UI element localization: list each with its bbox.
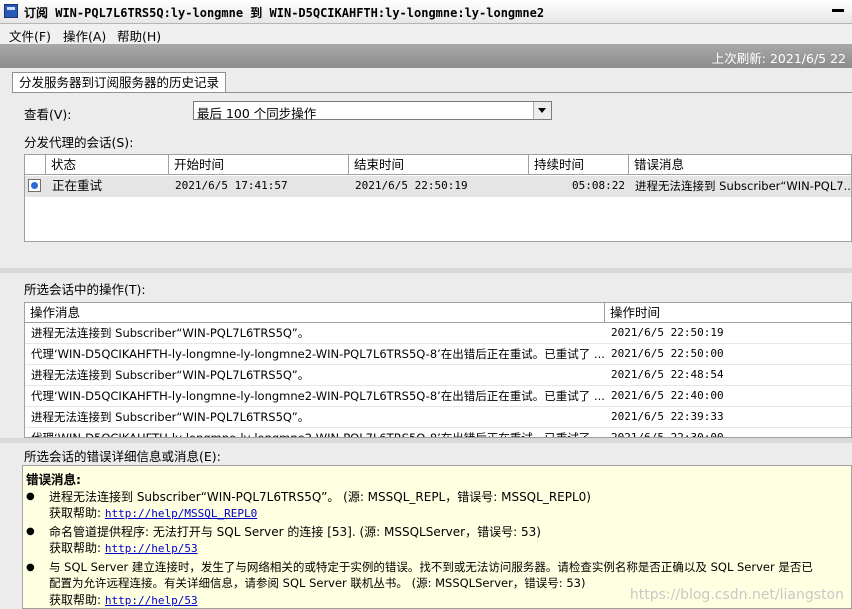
help-label: 获取帮助: [49, 506, 102, 520]
action-message[interactable]: 代理‘WIN-D5QCIKAHFTH-ly-longmne-ly-longmne… [25, 386, 605, 406]
actions-grid: 操作消息 操作时间 进程无法连接到 Subscriber“WIN-PQL7L6T… [24, 302, 852, 438]
header-status[interactable]: 状态 [46, 155, 169, 175]
session-start: 2021/6/5 17:41:57 [175, 179, 288, 192]
action-time[interactable]: 2021/6/5 22:50:19 [605, 323, 851, 343]
action-message[interactable]: 进程无法连接到 Subscriber“WIN-PQL7L6TRS5Q”。 [25, 323, 605, 343]
action-time[interactable]: 2021/6/5 22:30:00 [605, 428, 851, 437]
view-select[interactable]: 最后 100 个同步操作 [193, 101, 552, 121]
action-time[interactable]: 2021/6/5 22:50:00 [605, 344, 851, 364]
menu-help[interactable]: 帮助(H) [117, 26, 161, 45]
retrying-icon [28, 179, 41, 192]
table-row[interactable]: 正在重试 2021/6/5 17:41:57 2021/6/5 22:50:19… [25, 176, 852, 197]
tab-distributor-history[interactable]: 分发服务器到订阅服务器的历史记录 [12, 72, 227, 93]
actions-label: 所选会话中的操作(T): [24, 282, 146, 297]
header-start-time[interactable]: 开始时间 [169, 155, 349, 175]
view-label: 查看(V): [24, 107, 72, 122]
splitter-2[interactable] [0, 438, 852, 443]
details-label: 所选会话的错误详细信息或消息(E): [24, 449, 221, 464]
action-message[interactable]: 进程无法连接到 Subscriber“WIN-PQL7L6TRS5Q”。 [25, 365, 605, 385]
select-column-header [25, 155, 46, 175]
help-link[interactable]: http://help/MSSQL_REPL0 [105, 507, 257, 520]
minimize-button[interactable] [832, 9, 844, 12]
app-icon [4, 4, 18, 18]
refresh-strip: 上次刷新: 2021/6/5 22 [0, 44, 852, 68]
action-time[interactable]: 2021/6/5 22:39:33 [605, 407, 851, 427]
action-message[interactable]: 代理‘WIN-D5QCIKAHFTH-ly-longmne-ly-longmne… [25, 344, 605, 364]
error-text: 与 SQL Server 建立连接时，发生了与网络相关的或特定于实例的错误。找不… [49, 560, 813, 574]
last-refresh-text: 上次刷新: 2021/6/5 22 [711, 51, 846, 66]
view-select-value: 最后 100 个同步操作 [197, 106, 317, 121]
sessions-grid: 状态 开始时间 结束时间 持续时间 错误消息 正在重试 2021/6/5 17:… [24, 154, 852, 242]
bullet-icon: ● [26, 491, 35, 502]
header-action-message[interactable]: 操作消息 [25, 303, 605, 323]
help-link[interactable]: http://help/53 [105, 542, 198, 555]
header-duration[interactable]: 持续时间 [529, 155, 629, 175]
error-heading: 错误消息: [26, 472, 81, 487]
help-link[interactable]: http://help/53 [105, 594, 198, 607]
header-error-message[interactable]: 错误消息 [629, 155, 851, 175]
session-error: 进程无法连接到 Subscriber“WIN-PQL7... [635, 179, 852, 193]
help-line: 获取帮助: http://help/53 [49, 539, 198, 556]
window-title: 订阅 WIN-PQL7L6TRS5Q:ly-longmne 到 WIN-D5QC… [24, 6, 545, 20]
action-message[interactable]: 代理‘WIN-D5QCIKAHFTH-ly-longmne-ly-longmne… [25, 428, 605, 437]
help-line: 获取帮助: http://help/53 [49, 591, 198, 608]
title-bar: 订阅 WIN-PQL7L6TRS5Q:ly-longmne 到 WIN-D5QC… [0, 0, 852, 24]
help-label: 获取帮助: [49, 593, 102, 607]
bullet-icon: ● [26, 526, 35, 537]
chevron-down-icon[interactable] [533, 102, 551, 119]
header-action-time[interactable]: 操作时间 [605, 303, 851, 323]
help-label: 获取帮助: [49, 541, 102, 555]
splitter-1[interactable] [0, 268, 852, 273]
tab-divider [12, 92, 852, 93]
header-end-time[interactable]: 结束时间 [349, 155, 529, 175]
watermark: https://blog.csdn.net/liangston [629, 587, 844, 603]
session-end: 2021/6/5 22:50:19 [355, 179, 468, 192]
error-text-continued: 配置为允许远程连接。有关详细信息，请参阅 SQL Server 联机丛书。 (源… [49, 576, 586, 590]
session-duration: 05:08:22 [572, 179, 625, 192]
session-status: 正在重试 [52, 178, 103, 193]
action-time[interactable]: 2021/6/5 22:48:54 [605, 365, 851, 385]
action-message[interactable]: 进程无法连接到 Subscriber“WIN-PQL7L6TRS5Q”。 [25, 407, 605, 427]
menu-action[interactable]: 操作(A) [63, 26, 106, 45]
error-text: 命名管道提供程序: 无法打开与 SQL Server 的连接 [53]. (源:… [49, 525, 541, 539]
help-line: 获取帮助: http://help/MSSQL_REPL0 [49, 504, 257, 521]
menu-bar: 文件(F) 操作(A) 帮助(H) [0, 24, 852, 44]
menu-file[interactable]: 文件(F) [9, 26, 51, 45]
action-time[interactable]: 2021/6/5 22:40:00 [605, 386, 851, 406]
error-text: 进程无法连接到 Subscriber“WIN-PQL7L6TRS5Q”。 (源:… [49, 490, 591, 504]
sessions-label: 分发代理的会话(S): [24, 135, 134, 150]
bullet-icon: ● [26, 562, 35, 573]
